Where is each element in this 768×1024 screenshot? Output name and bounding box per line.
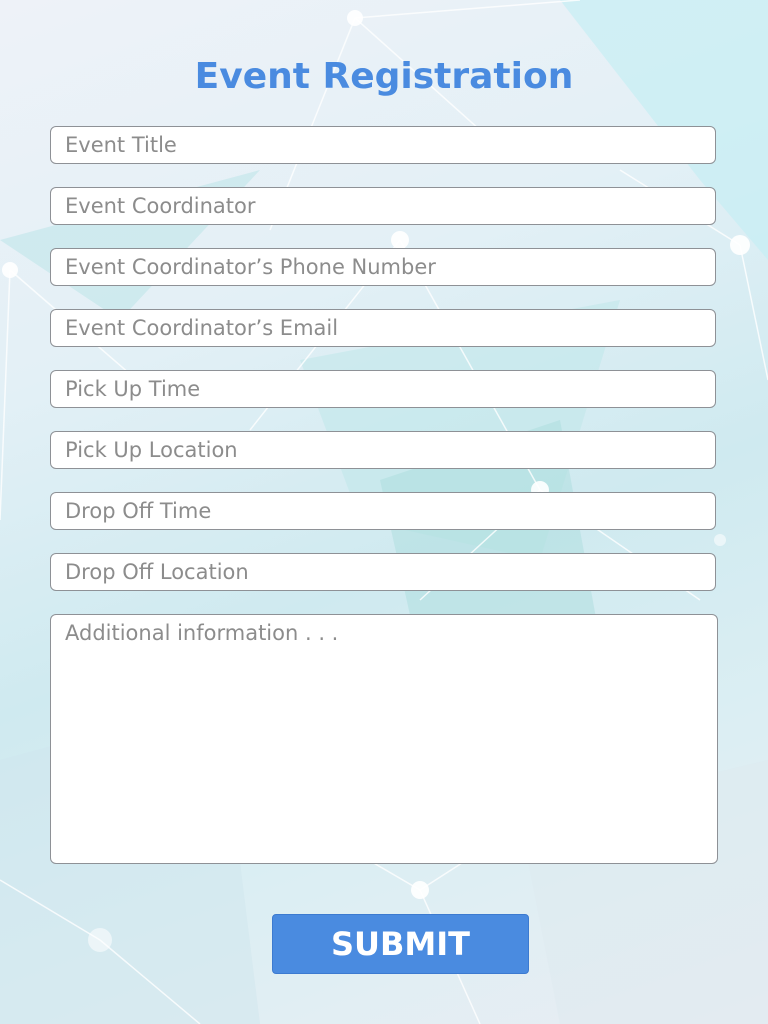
page-title: Event Registration [194,56,574,97]
coordinator-phone-field[interactable] [50,248,716,286]
additional-information-textarea[interactable] [50,614,718,864]
event-title-field[interactable] [50,126,716,164]
pick-up-time-field[interactable] [50,370,716,408]
pick-up-location-field[interactable] [50,431,716,469]
coordinator-email-field[interactable] [50,309,716,347]
drop-off-time-field[interactable] [50,492,716,530]
event-coordinator-field[interactable] [50,187,716,225]
submit-button[interactable]: SUBMIT [272,914,529,974]
drop-off-location-field[interactable] [50,553,716,591]
